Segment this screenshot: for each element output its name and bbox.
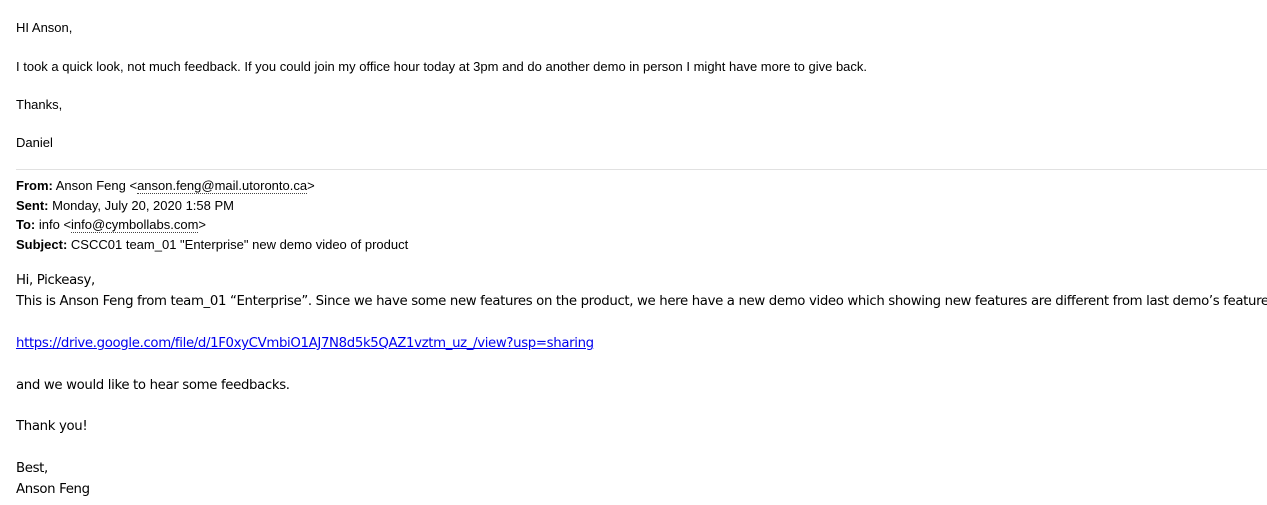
- original-closing: Best,: [16, 461, 48, 476]
- sent-value: Monday, July 20, 2020 1:58 PM: [52, 197, 234, 213]
- from-label: From:: [16, 178, 53, 193]
- reply-body: I took a quick look, not much feedback. …: [16, 59, 868, 74]
- original-request: and we would like to hear some feedbacks…: [16, 378, 290, 393]
- subject-value: CSCC01 team_01 "Enterprise" new demo vid…: [70, 236, 409, 252]
- original-link-line: https://drive.google.com/file/d/1F0xyCVm…: [16, 336, 594, 351]
- subject-label: Subject:: [16, 236, 68, 252]
- from-name: Anson Feng <: [55, 178, 138, 193]
- to-email[interactable]: info@cymbollabs.com: [71, 217, 199, 233]
- from-email[interactable]: anson.feng@mail.utoronto.ca: [137, 178, 308, 194]
- from-close: >: [307, 178, 315, 193]
- from-line: From: Anson Feng <anson.feng@mail.utoron…: [16, 176, 408, 196]
- original-thank-you: Thank you!: [16, 419, 88, 434]
- to-close: >: [198, 217, 206, 232]
- reply-signature: Daniel: [16, 135, 53, 150]
- to-line: To: info <info@cymbollabs.com>: [16, 215, 408, 235]
- sent-line: Sent: Monday, July 20, 2020 1:58 PM: [16, 196, 408, 216]
- demo-video-link[interactable]: https://drive.google.com/file/d/1F0xyCVm…: [16, 336, 594, 351]
- reply-thanks: Thanks,: [16, 97, 63, 112]
- to-label: To:: [16, 217, 36, 232]
- sent-label: Sent:: [16, 197, 49, 213]
- original-signature: Anson Feng: [16, 482, 90, 497]
- subject-line: Subject: CSCC01 team_01 "Enterprise" new…: [16, 235, 408, 255]
- original-message-header: From: Anson Feng <anson.feng@mail.utoron…: [16, 176, 408, 254]
- to-name: info <: [38, 217, 72, 232]
- original-greeting: Hi, Pickeasy,: [16, 273, 95, 288]
- message-divider: [16, 169, 1267, 170]
- original-intro: This is Anson Feng from team_01 “Enterpr…: [16, 294, 1267, 309]
- reply-greeting: HI Anson,: [16, 20, 73, 35]
